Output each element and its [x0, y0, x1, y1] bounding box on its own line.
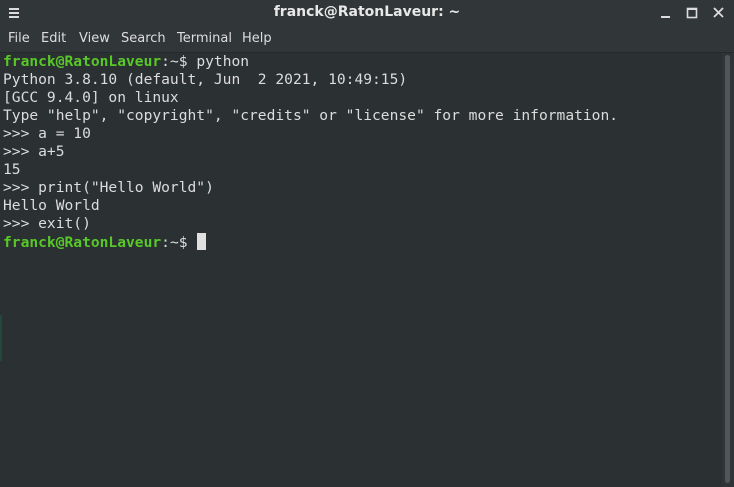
prompt-user: franck@RatonLaveur [3, 234, 162, 251]
menu-view[interactable]: View [79, 31, 110, 46]
output-line: 15 [3, 161, 21, 178]
prompt-user: franck@RatonLaveur [3, 53, 162, 70]
menu-edit[interactable]: Edit [41, 31, 66, 46]
hamburger-menu-icon[interactable] [7, 5, 21, 21]
menu-file[interactable]: File [8, 31, 30, 46]
output-line: >>> a+5 [3, 143, 65, 160]
menu-search[interactable]: Search [121, 31, 166, 46]
maximize-icon[interactable] [682, 3, 702, 23]
prompt-symbol: $ [178, 53, 188, 70]
output-line: Python 3.8.10 (default, Jun 2 2021, 10:4… [3, 71, 408, 88]
prompt-separator: : [161, 234, 170, 251]
output-line: Type "help", "copyright", "credits" or "… [3, 107, 619, 124]
prompt-separator: : [161, 53, 170, 70]
title-bar: franck@RatonLaveur: ~ [0, 0, 734, 26]
window-edge-marker [0, 315, 2, 361]
output-line: [GCC 9.4.0] on linux [3, 89, 179, 106]
output-line: >>> print("Hello World") [3, 179, 214, 196]
close-icon[interactable] [709, 3, 729, 23]
output-line: >>> a = 10 [3, 125, 91, 142]
prompt-path: ~ [169, 234, 179, 251]
menu-terminal[interactable]: Terminal [177, 31, 232, 46]
menu-help[interactable]: Help [242, 31, 272, 46]
text-cursor [196, 233, 206, 250]
scrollbar[interactable] [722, 53, 734, 487]
output-line: Hello World [3, 197, 100, 214]
prompt-path: ~ [169, 53, 179, 70]
prompt-symbol: $ [178, 234, 188, 251]
command-text: python [187, 53, 250, 70]
menu-bar: File Edit View Search Terminal Help [0, 26, 734, 53]
scrollbar-thumb[interactable] [725, 55, 730, 483]
output-line: >>> exit() [3, 215, 91, 232]
minimize-icon[interactable] [656, 3, 676, 23]
current-prompt-line[interactable]: franck@RatonLaveur:~$ [3, 233, 206, 252]
terminal-output[interactable]: franck@RatonLaveur:~$ python Python 3.8.… [0, 53, 722, 487]
prompt-line: franck@RatonLaveur:~$ python [3, 53, 249, 71]
window-title: franck@RatonLaveur: ~ [273, 4, 461, 20]
